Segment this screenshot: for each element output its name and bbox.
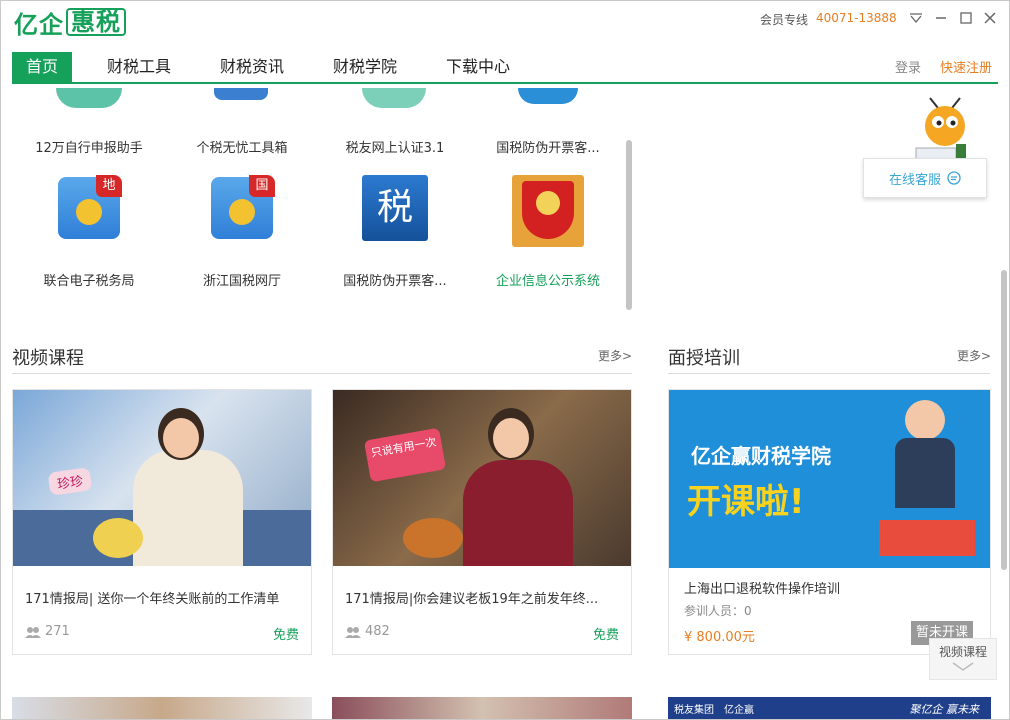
course-sticker: 只说有用一次 [363,427,447,483]
training-participants: 参训人员：0 [684,604,752,618]
video-more-link[interactable]: 更多> [598,347,632,364]
course-title[interactable]: 171情报局|你会建议老板19年之前发年终... [345,588,620,607]
tool-icon-zhejiang[interactable]: 国 [211,175,275,239]
course-views: 482 [345,624,390,639]
shui-glyph: 税 [376,187,413,228]
training-banner[interactable]: 亿企赢财税学院 开课啦! [669,390,990,568]
tab-download-center[interactable]: 下载中心 [437,52,519,82]
course-price: 免费 [592,628,619,643]
online-service-label: 在线客服 [888,172,941,188]
floating-video-panel[interactable]: 视频课程 [929,638,997,680]
course-sticker: 珍珍 [47,467,93,496]
tool-label-12w[interactable]: 12万自行申报助手 [14,137,164,156]
next-card-thumb[interactable] [12,697,312,720]
emblem-icon [76,199,102,225]
flowers-shape [403,518,463,558]
users-icon [25,626,41,638]
course-price: 免费 [272,628,299,643]
minimize-icon[interactable] [931,8,951,28]
tool-label-gexuan[interactable]: 个税无忧工具箱 [167,137,317,156]
maximize-icon[interactable] [956,8,976,28]
video-section-title: 视频课程 [12,348,84,369]
flowers-shape [93,518,143,558]
strip-label2: 亿企赢 [724,705,754,716]
course-card[interactable]: 只说有用一次 171情报局|你会建议老板19年之前发年终... 482 免费 [332,389,632,655]
tool-label-shuiyou[interactable]: 税友网上认证3.1 [320,137,470,156]
app-logo[interactable]: 亿企 惠税 [14,8,126,39]
course-card[interactable]: 珍珍 171情报局| 送你一个年终关账前的工作清单 271 免费 [12,389,312,655]
hotline-label: 会员专线 [760,13,809,27]
users-icon [345,626,361,638]
floating-video-label: 视频课程 [938,645,987,659]
nav-underline [12,82,998,84]
chat-icon [947,171,961,185]
tool-icon-gexuan[interactable] [214,88,268,100]
next-card-thumb[interactable] [332,697,632,720]
cartoon-body [895,438,955,508]
strip-slogan: 聚亿企 赢未来 [909,702,980,716]
tab-tax-academy[interactable]: 财税学院 [324,52,406,82]
training-title[interactable]: 上海出口退税软件操作培训 [684,578,840,597]
tools-scrollbar[interactable] [626,140,632,310]
close-icon[interactable] [980,8,1000,28]
presenter-figure [463,460,573,566]
tab-tax-news[interactable]: 财税资讯 [211,52,293,82]
emblem-icon [229,199,255,225]
mascot-icon [915,97,966,161]
logo-text-part2: 惠税 [66,8,126,36]
next-training-thumb[interactable]: 税友集团 亿企赢 聚亿企 赢未来 [668,697,991,720]
course-thumbnail[interactable]: 珍珍 [13,390,311,566]
course-thumbnail[interactable]: 只说有用一次 [333,390,631,566]
tool-icon-shuiyou-renzheng[interactable] [362,88,426,108]
course-views: 271 [25,624,70,639]
training-card[interactable]: 亿企赢财税学院 开课啦! 上海出口退税软件操作培训 参训人员：0 ¥ 800.0… [668,389,991,655]
badge-guo: 国 [249,175,275,197]
tool-icon-gongshang[interactable] [512,175,584,247]
course-title[interactable]: 171情报局| 送你一个年终关账前的工作清单 [25,588,300,607]
training-price: ¥ 800.00元 [684,630,755,645]
tool-label-lianhe[interactable]: 联合电子税务局 [14,270,164,289]
emblem-icon [536,191,560,215]
page-scrollbar[interactable] [1001,270,1007,570]
tool-icon-12w[interactable] [56,88,122,108]
tool-icon-shui[interactable]: 税 [362,175,428,241]
menu-dropdown-icon[interactable] [906,8,926,28]
tool-label-qiye-xinxi[interactable]: 企业信息公示系统 [473,270,623,289]
banner-line1: 亿企赢财税学院 [691,444,831,468]
tab-home[interactable]: 首页 [12,52,72,82]
chevron-down-icon [952,662,974,671]
online-service-button[interactable]: 在线客服 [863,158,987,198]
presenter-figure [133,450,243,566]
tool-icon-guoshui-fangwei[interactable] [518,88,578,104]
training-section-divider [668,373,990,374]
video-section-divider [12,373,632,374]
training-more-link[interactable]: 更多> [957,347,991,364]
tool-icon-lianhe[interactable]: 地 [58,175,122,239]
books-stack [879,520,975,556]
login-link[interactable]: 登录 [895,57,921,76]
tool-label-zhejiang[interactable]: 浙江国税网厅 [167,270,317,289]
badge-di: 地 [96,175,122,197]
tool-label-guoshui[interactable]: 国税防伪开票客... [473,137,623,156]
presenter-face [493,418,529,458]
logo-text-part1: 亿企 [14,10,64,39]
tool-label-guoshui-2[interactable]: 国税防伪开票客... [320,270,470,289]
course-views-count: 482 [365,624,390,639]
tab-tax-tools[interactable]: 财税工具 [98,52,180,82]
hotline-number: 40071-13888 [816,11,897,25]
strip-label1: 税友集团 [674,705,714,716]
course-views-count: 271 [45,624,70,639]
register-link[interactable]: 快速注册 [940,57,992,76]
cartoon-head [905,400,945,440]
training-section-title: 面授培训 [668,348,740,369]
presenter-face [163,418,199,458]
banner-line2: 开课啦! [687,482,805,522]
